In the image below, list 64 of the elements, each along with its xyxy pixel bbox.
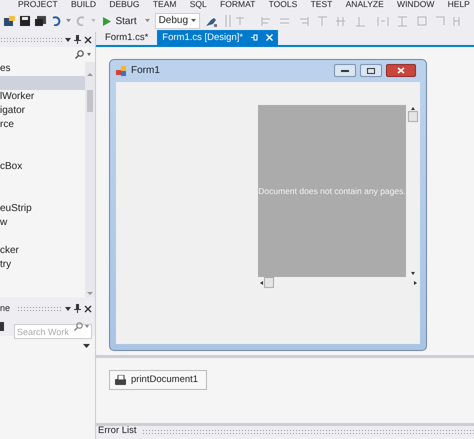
maximize-icon: [367, 68, 375, 74]
minimize-icon: [341, 69, 349, 72]
menu-item[interactable]: BUILD: [70, 0, 96, 10]
close-icon[interactable]: [84, 304, 92, 312]
pin-icon[interactable]: [74, 304, 81, 313]
menu-item[interactable]: TEAM: [152, 0, 176, 10]
scroll-right-icon[interactable]: [413, 280, 419, 286]
dropdown-icon[interactable]: [83, 344, 90, 348]
menu-item[interactable]: TEST: [310, 0, 332, 10]
menu-item[interactable]: PROJECT: [18, 0, 58, 10]
dropdown-icon[interactable]: [65, 306, 71, 310]
toolbox-item[interactable]: euStrip: [0, 202, 85, 216]
start-button[interactable]: Start: [100, 12, 140, 30]
preview-message: Document does not contain any pages.: [258, 184, 406, 198]
scroll-down-icon[interactable]: [410, 270, 416, 277]
pin-icon[interactable]: [74, 35, 81, 44]
toolbox-item[interactable]: cker: [0, 244, 85, 258]
menu-item[interactable]: DEBUG: [109, 0, 140, 10]
menu-item[interactable]: SQL: [190, 0, 207, 10]
minimize-button[interactable]: [334, 64, 356, 78]
maximize-button[interactable]: [360, 64, 382, 78]
panel-title: ne: [0, 302, 10, 315]
undo-icon[interactable]: [50, 16, 61, 26]
caret-icon[interactable]: [87, 53, 91, 56]
search-icon[interactable]: [74, 322, 83, 330]
menu-item[interactable]: FORMAT: [220, 0, 256, 10]
printer-icon: [115, 374, 127, 386]
scroll-thumb[interactable]: [264, 277, 274, 288]
scroll-up-icon[interactable]: [410, 104, 416, 111]
component-item[interactable]: printDocument1: [109, 370, 208, 390]
menu-item[interactable]: HELP: [448, 0, 470, 10]
scroll-thumb[interactable]: [87, 90, 93, 112]
close-icon: [397, 67, 405, 74]
scroll-thumb[interactable]: [408, 110, 418, 122]
toolbox-item[interactable]: cBox: [0, 160, 85, 174]
scrollbar[interactable]: [85, 62, 95, 297]
attach-icon[interactable]: [205, 16, 218, 26]
menu-item[interactable]: WINDOW: [397, 0, 434, 10]
caret-icon[interactable]: [85, 324, 89, 328]
configuration-dropdown[interactable]: Debug: [154, 13, 200, 29]
toolbox-item[interactable]: es: [0, 62, 85, 76]
close-button[interactable]: [386, 64, 416, 78]
search-field[interactable]: Search Work: [14, 324, 92, 339]
toolbox-item[interactable]: w: [0, 216, 85, 230]
caret-icon[interactable]: [144, 19, 150, 23]
document-tab[interactable]: Form1.cs*: [100, 30, 154, 45]
panel-title: Error List: [98, 424, 137, 438]
search-icon[interactable]: [75, 50, 84, 59]
new-project-icon[interactable]: [4, 16, 15, 26]
menu-item[interactable]: TOOLS: [268, 0, 298, 10]
toolbox-item[interactable]: rce: [0, 118, 85, 132]
toolbox-item[interactable]: igator: [0, 104, 85, 118]
caret-icon[interactable]: [66, 19, 71, 23]
toolbox-item[interactable]: lWorker: [0, 90, 85, 104]
caret-icon: [191, 19, 196, 23]
close-icon[interactable]: [84, 36, 92, 44]
menu-item[interactable]: ANALYZE: [346, 0, 384, 10]
dropdown-icon[interactable]: [65, 38, 71, 42]
save-all-icon[interactable]: [34, 16, 46, 26]
save-icon[interactable]: [20, 16, 30, 26]
form-icon: [116, 66, 127, 76]
toolbox-item[interactable]: try: [0, 258, 85, 272]
play-icon: [103, 16, 112, 26]
window-title: Form1: [131, 64, 161, 78]
